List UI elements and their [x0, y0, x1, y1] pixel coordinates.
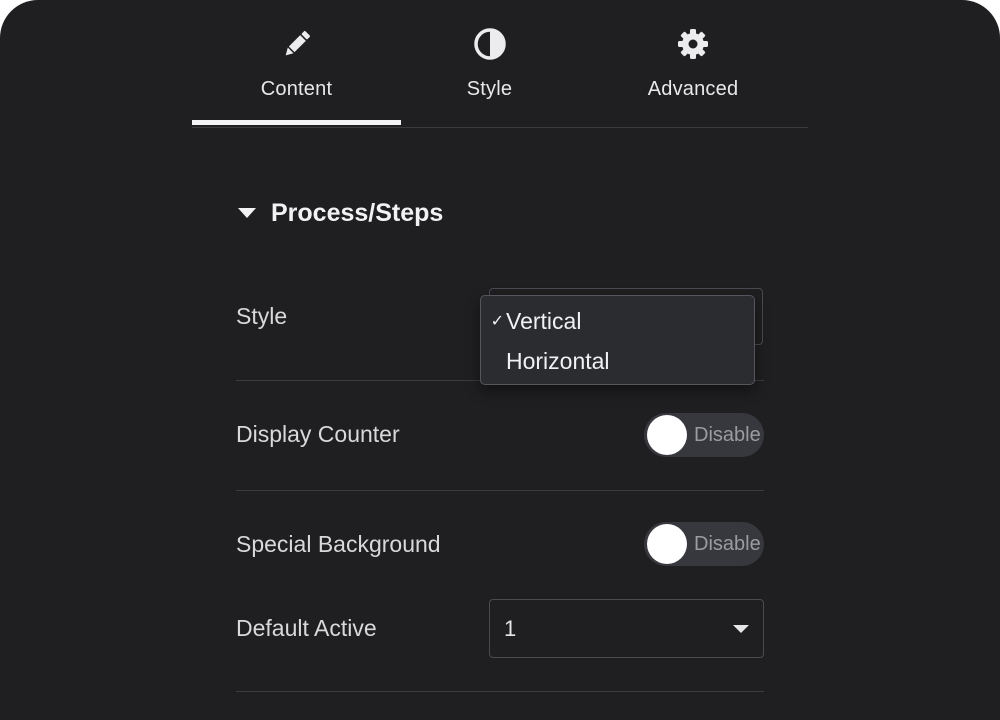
section-title: Process/Steps [271, 198, 444, 227]
half-circle-icon [473, 27, 507, 61]
editor-panel: Content Style Advanced Process/Steps Sty… [0, 0, 1000, 720]
chevron-down-icon [733, 625, 749, 633]
special-background-toggle[interactable]: Disable [644, 522, 764, 566]
pencil-icon [280, 27, 314, 61]
display-counter-label: Display Counter [236, 421, 400, 447]
option-label: Horizontal [506, 347, 610, 374]
special-background-label: Special Background [236, 531, 441, 557]
toggle-knob [647, 524, 687, 564]
dropdown-option-horizontal[interactable]: Horizontal [481, 342, 754, 380]
option-label: Vertical [506, 307, 582, 334]
divider [236, 691, 764, 692]
tab-content-label: Content [260, 78, 333, 100]
toggle-state-text: Disable [694, 533, 761, 555]
toggle-knob [647, 415, 687, 455]
tab-bar: Content Style Advanced [192, 0, 808, 128]
display-counter-toggle[interactable]: Disable [644, 413, 764, 457]
default-active-value: 1 [504, 616, 517, 641]
tab-style-label: Style [466, 78, 513, 100]
dropdown-option-vertical[interactable]: ✓ Vertical [481, 302, 754, 340]
tab-content[interactable]: Content [192, 0, 401, 127]
gear-icon [676, 27, 710, 61]
tab-advanced-label: Advanced [647, 78, 739, 100]
default-active-label: Default Active [236, 615, 377, 641]
divider [236, 490, 764, 491]
style-dropdown-menu: ✓ Vertical Horizontal [480, 295, 755, 385]
tab-advanced[interactable]: Advanced [578, 0, 808, 127]
style-label: Style [236, 303, 288, 329]
checkmark-icon: ✓ [490, 313, 504, 330]
section-header-process-steps[interactable]: Process/Steps [236, 196, 443, 230]
toggle-state-text: Disable [694, 424, 761, 446]
default-active-select[interactable]: 1 [489, 599, 764, 658]
active-tab-indicator [192, 120, 401, 125]
tab-style[interactable]: Style [401, 0, 578, 127]
caret-down-icon [238, 208, 256, 218]
